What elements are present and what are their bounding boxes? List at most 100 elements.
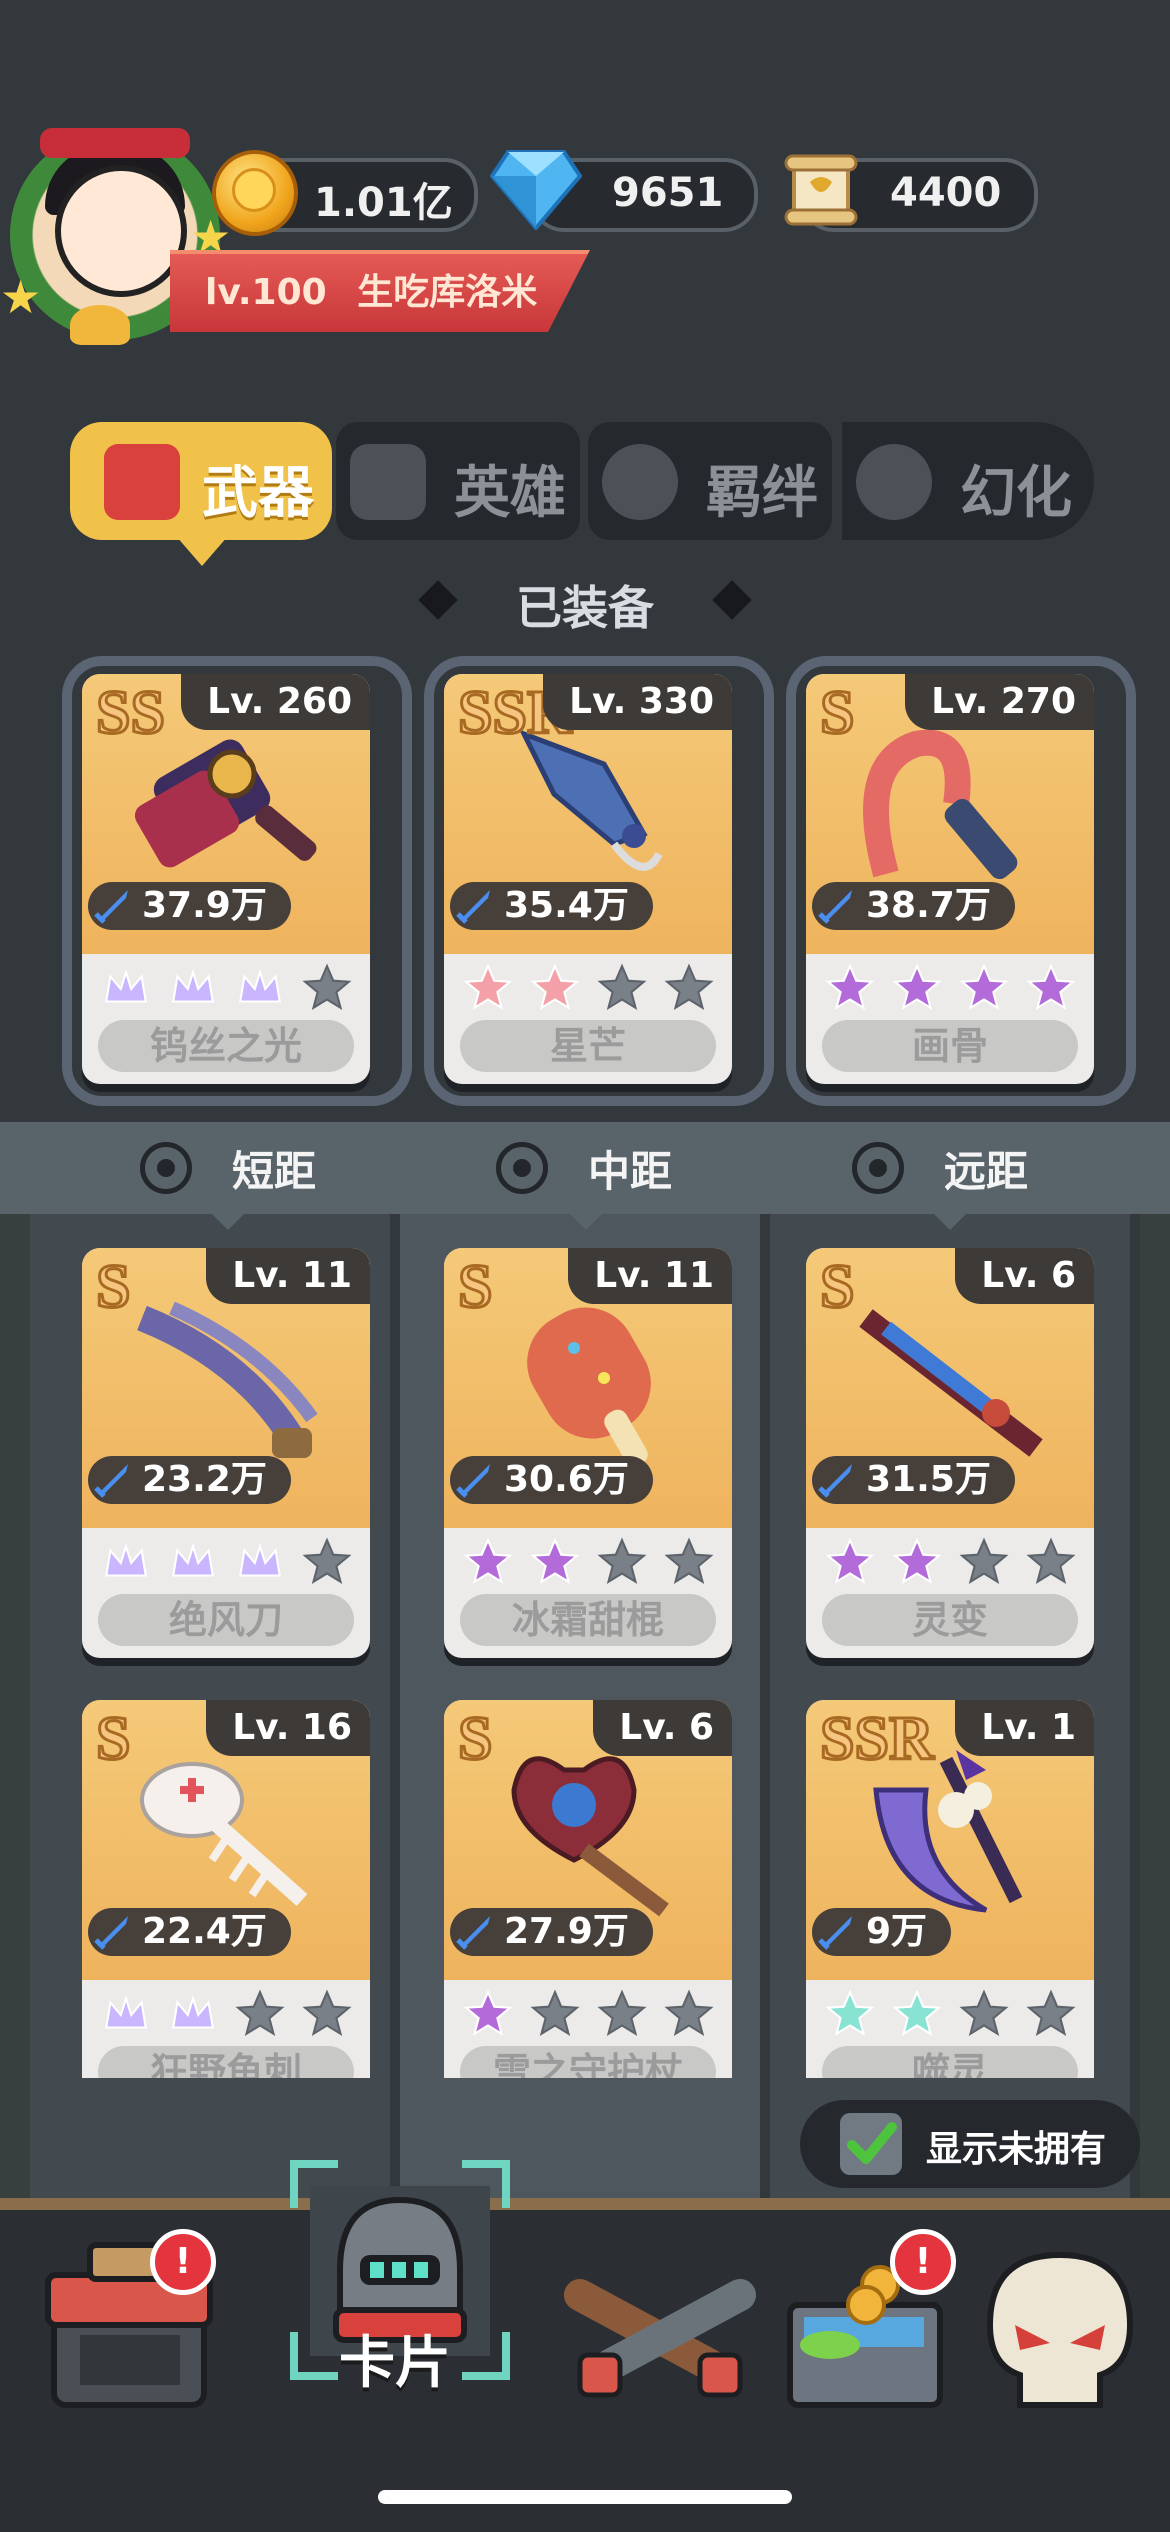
sword-icon (94, 1464, 128, 1498)
transform-tab-icon (856, 444, 932, 520)
grade-label: S (818, 1252, 856, 1323)
weapon-art (518, 729, 663, 871)
equipped-card[interactable]: S Lv. 270 38.7万 画骨 (806, 674, 1094, 1084)
weapon-card[interactable]: S Lv. 6 31.5万 灵变 (806, 1248, 1094, 1658)
level-badge: Lv. 6 (593, 1700, 732, 1756)
range-filter-bar: 短距 中距 远距 (0, 1122, 1170, 1214)
weapon-card[interactable]: S Lv. 11 23.2万 绝风刀 (82, 1248, 370, 1658)
empty-star-icon (663, 1989, 714, 2037)
empty-star-icon (596, 1989, 647, 2037)
nav-shop[interactable]: ! (30, 2225, 230, 2425)
grade-label: SSR (819, 1704, 936, 1775)
show-unowned-checkbox[interactable] (840, 2113, 902, 2175)
star-row (82, 1982, 370, 2046)
star-row (444, 1982, 732, 2046)
weapon-name: 狂野鱼刺 (98, 2046, 354, 2078)
nav-cards-label: 卡片 (339, 2331, 451, 2396)
star-icon (891, 1989, 942, 2037)
empty-star-icon (958, 1989, 1009, 2037)
nav-treasure[interactable]: ! (770, 2225, 970, 2425)
range-pointer (210, 1212, 246, 1230)
coin-value: 1.01亿 (314, 180, 453, 226)
weapon-card[interactable]: S Lv. 11 30.6万 冰霜甜棍 (444, 1248, 732, 1658)
empty-star-icon (596, 963, 647, 1011)
long-range-icon (852, 1142, 904, 1194)
weapon-name: 绝风刀 (98, 1594, 354, 1646)
nav-battle[interactable] (560, 2225, 760, 2425)
weapon-name: 星芒 (460, 1020, 716, 1072)
sword-icon (456, 890, 490, 924)
tab-transform[interactable]: 幻化 (842, 422, 1094, 540)
star-icon (824, 1537, 875, 1585)
weapon-card[interactable]: S Lv. 16 22.4万 狂野鱼刺 (82, 1700, 370, 2078)
player-level: lv.100 (205, 272, 327, 313)
star-icon: ★ (0, 270, 42, 324)
crown-icon (238, 968, 281, 1003)
grade-label: S (456, 1704, 494, 1775)
tab-heroes[interactable]: 英雄 (336, 422, 580, 540)
active-tab-pointer (176, 536, 228, 566)
bell-icon (70, 305, 130, 345)
level-badge: Lv. 330 (543, 674, 732, 730)
weapon-name: 画骨 (822, 1020, 1078, 1072)
star-icon (824, 1989, 875, 2037)
empty-star-icon (301, 963, 352, 1011)
level-badge: Lv. 1 (955, 1700, 1094, 1756)
weapon-name: 冰霜甜棍 (460, 1594, 716, 1646)
crown-icon (171, 1994, 214, 2029)
grade-label: S (818, 678, 856, 749)
show-unowned-toggle[interactable]: 显示未拥有 (800, 2100, 1140, 2188)
empty-star-icon (529, 1989, 580, 2037)
checkmark-icon (847, 2122, 897, 2164)
grade-label: S (94, 1252, 132, 1323)
bond-tab-icon (602, 444, 678, 520)
equipped-card[interactable]: SSR Lv. 330 35.4万 星芒 (444, 674, 732, 1084)
range-short-label[interactable]: 短距 (232, 1138, 316, 1199)
player-level-text: lv.100 生吃库洛米 (205, 263, 537, 315)
equipped-card[interactable]: SS Lv. 260 37.9万 钨丝之光 (82, 674, 370, 1084)
star-icon (958, 963, 1009, 1011)
tab-weapons[interactable]: 武器 (70, 422, 332, 540)
tab-weapons-label: 武器 (202, 461, 314, 526)
grade-label: SS (95, 678, 167, 749)
shop-alert-badge: ! (150, 2229, 216, 2295)
weapon-card-clip: S Lv. 6 27.9万 雪之守护杖 (444, 1700, 732, 2078)
sword-icon (94, 1916, 128, 1950)
crown-icon (171, 1542, 214, 1577)
show-unowned-label: 显示未拥有 (926, 2129, 1107, 2170)
skull-icon (986, 2251, 1134, 2408)
nav-skull[interactable] (960, 2225, 1160, 2425)
sword-icon (94, 890, 128, 924)
weapon-card[interactable]: SSR Lv. 1 9万 噬灵 (806, 1700, 1094, 2078)
empty-star-icon (1025, 1989, 1076, 2037)
range-long-label[interactable]: 远距 (944, 1138, 1028, 1199)
weapon-name: 灵变 (822, 1594, 1078, 1646)
sword-icon (456, 1916, 490, 1950)
empty-star-icon (234, 1989, 285, 2037)
star-icon (891, 1537, 942, 1585)
range-mid-label[interactable]: 中距 (588, 1138, 672, 1199)
crown-icon (104, 1994, 147, 2029)
weapon-name: 噬灵 (822, 2046, 1078, 2078)
scroll-icon (784, 154, 858, 226)
weapon-tab-icon (104, 444, 180, 520)
crown-icon (104, 1542, 147, 1577)
star-icon (462, 963, 513, 1011)
home-indicator[interactable] (378, 2490, 792, 2504)
tab-heroes-label: 英雄 (454, 461, 566, 526)
empty-star-icon (301, 1537, 352, 1585)
short-range-icon (140, 1142, 192, 1194)
weapon-card-clip: SSR Lv. 1 9万 噬灵 (806, 1700, 1094, 2078)
weapon-card-clip: S Lv. 16 22.4万 狂野鱼刺 (82, 1700, 370, 2078)
sword-icon (818, 1464, 852, 1498)
selector-corner (290, 2160, 338, 2208)
diamond-icon (490, 150, 582, 230)
star-icon (462, 1537, 513, 1585)
selector-corner (462, 2160, 510, 2208)
weapon-card[interactable]: S Lv. 6 27.9万 雪之守护杖 (444, 1700, 732, 2078)
level-badge: Lv. 260 (181, 674, 370, 730)
tab-bonds[interactable]: 羁绊 (588, 422, 832, 540)
crossed-guns-icon (564, 2279, 756, 2398)
grade-label: S (456, 1252, 494, 1323)
empty-star-icon (1025, 1537, 1076, 1585)
